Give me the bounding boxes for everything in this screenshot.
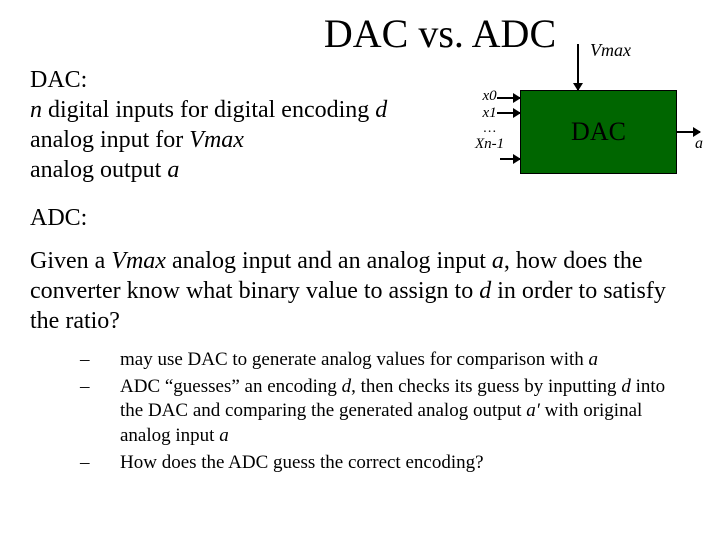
bullet-1-text: may use DAC to generate analog values fo… — [120, 348, 690, 373]
b2-d2: d — [621, 376, 631, 397]
var-a: a — [167, 157, 179, 183]
bullet-dash-icon: – — [80, 451, 120, 476]
bullet-dash-icon: – — [80, 348, 120, 373]
label-dots: … — [475, 121, 504, 136]
vmax-label: Vmax — [590, 40, 631, 61]
bullet-list: – may use DAC to generate analog values … — [30, 348, 690, 475]
dac-box: DAC — [520, 90, 677, 174]
dac-line1: n digital inputs for digital encoding d — [30, 95, 387, 125]
var-vmax: Vmax — [189, 127, 244, 153]
bullet-1: – may use DAC to generate analog values … — [80, 348, 690, 373]
var-d-2: d — [479, 278, 491, 304]
label-out: a — [695, 135, 703, 153]
dac-line2-pre: analog input for — [30, 127, 189, 153]
vmax-arrow — [577, 44, 579, 90]
b2-d: d — [342, 376, 352, 397]
adc-body-2: analog input and an analog input — [166, 248, 492, 274]
bullet-2: – ADC “guesses” an encoding d, then chec… — [80, 375, 690, 449]
dac-heading: DAC: — [30, 65, 387, 95]
dac-line2: analog input for Vmax — [30, 125, 387, 155]
b2-a: a — [219, 425, 229, 446]
dac-line3: analog output a — [30, 155, 387, 185]
b1-pre: may use DAC to generate analog values fo… — [120, 349, 589, 370]
b1-a: a — [589, 349, 599, 370]
arrow-out — [676, 131, 700, 133]
slide: DAC vs. ADC Vmax DAC x0 x1 … Xn-1 a DAC:… — [0, 0, 720, 560]
arrow-x1 — [497, 112, 520, 114]
b2-2: , then checks its guess by inputting — [351, 376, 621, 397]
b2-1: ADC “guesses” an encoding — [120, 376, 342, 397]
arrow-xn — [500, 158, 520, 160]
bullet-2-text: ADC “guesses” an encoding d, then checks… — [120, 375, 690, 449]
bullet-dash-icon: – — [80, 375, 120, 449]
var-d: d — [375, 97, 387, 123]
b2-aprime: a′ — [526, 400, 540, 421]
var-n: n — [30, 97, 42, 123]
label-xn: Xn-1 — [475, 136, 504, 153]
dac-line1-mid: digital inputs for digital encoding — [42, 97, 375, 123]
adc-heading: ADC: — [30, 205, 690, 232]
adc-body: Given a Vmax analog input and an analog … — [30, 246, 690, 336]
bullet-3-text: How does the ADC guess the correct encod… — [120, 451, 690, 476]
dac-text: DAC: n digital inputs for digital encodi… — [30, 65, 387, 185]
var-vmax-2: Vmax — [111, 248, 166, 274]
bullet-3: – How does the ADC guess the correct enc… — [80, 451, 690, 476]
dac-line3-pre: analog output — [30, 157, 167, 183]
dac-diagram: Vmax DAC x0 x1 … Xn-1 a — [445, 40, 705, 180]
var-a-2: a — [492, 248, 504, 274]
adc-body-1: Given a — [30, 248, 111, 274]
arrow-x0 — [497, 97, 520, 99]
